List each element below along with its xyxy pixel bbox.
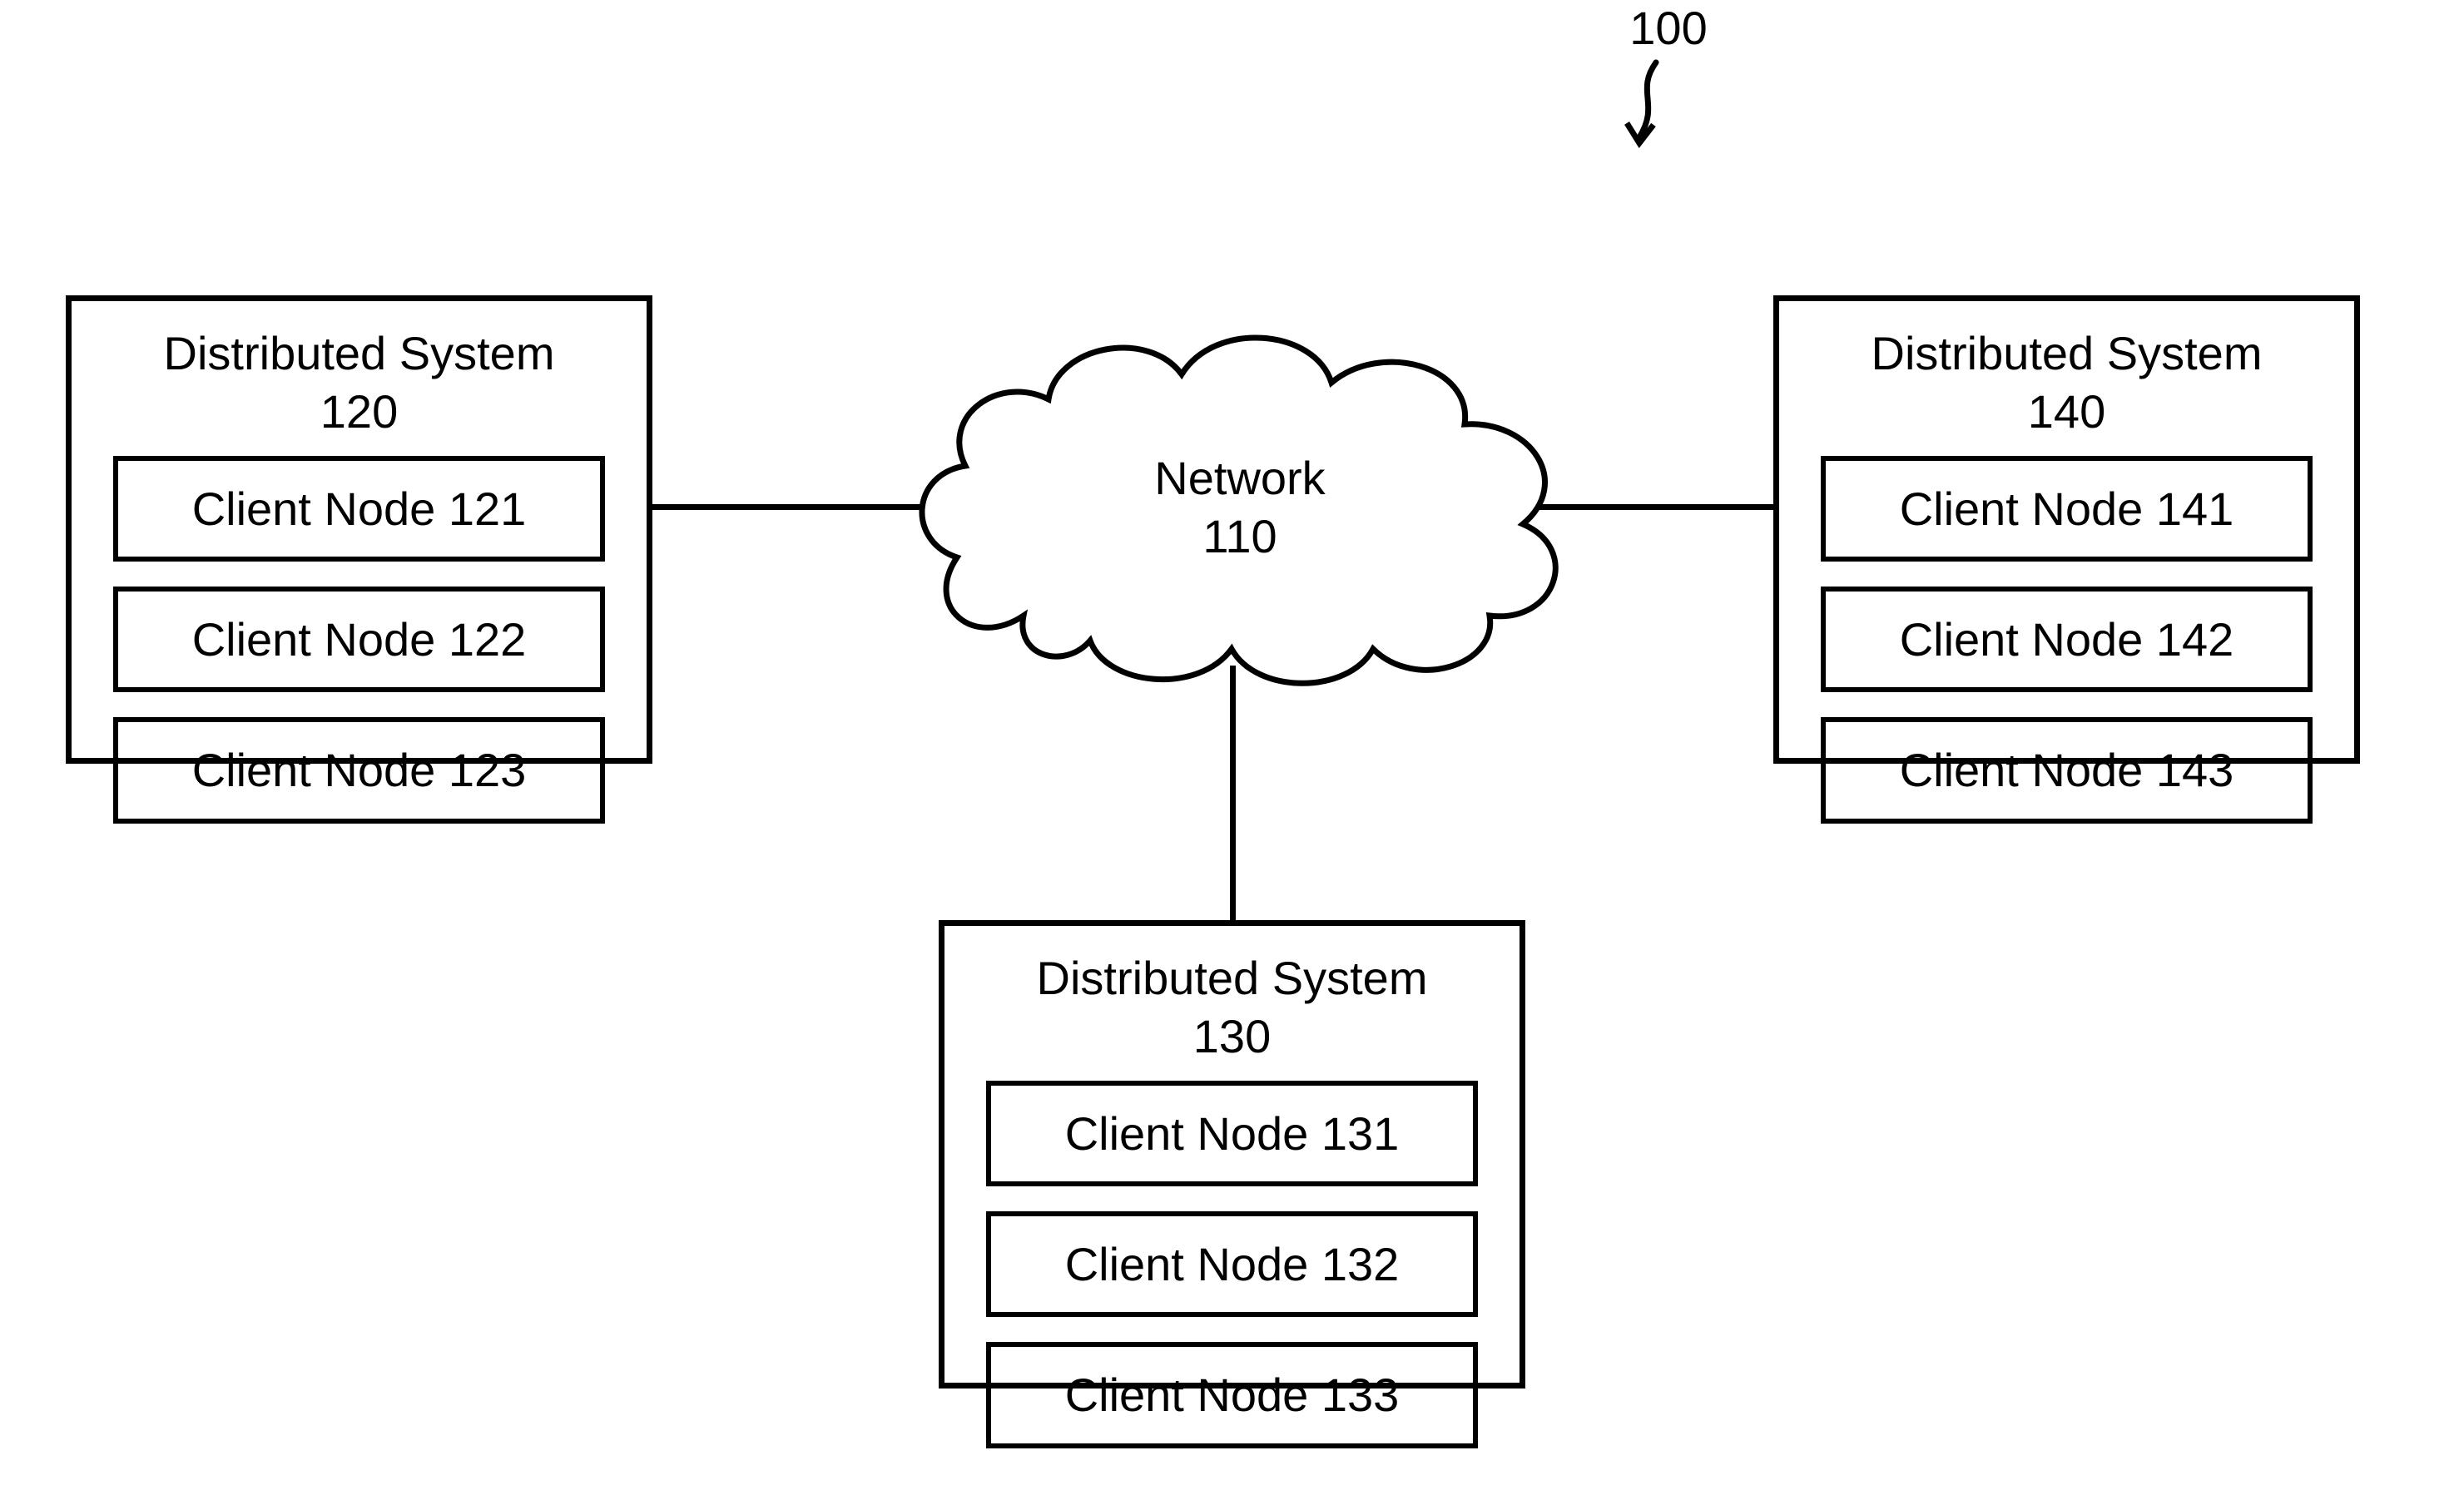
system-ref: 140 — [2028, 385, 2105, 438]
network-title: Network — [899, 449, 1581, 507]
system-title: Distributed System — [1037, 952, 1428, 1004]
system-title: Distributed System — [1872, 327, 2263, 379]
network-label-block: Network 110 — [899, 449, 1581, 566]
network-cloud: Network 110 — [899, 308, 1581, 699]
system-title-block: Distributed System 120 — [72, 324, 647, 441]
node-list: Client Node 131 Client Node 132 Client N… — [944, 1081, 1520, 1490]
distributed-system-140: Distributed System 140 Client Node 141 C… — [1773, 295, 2360, 764]
client-node: Client Node 141 — [1821, 456, 2313, 562]
client-node: Client Node 131 — [986, 1081, 1478, 1186]
distributed-system-130: Distributed System 130 Client Node 131 C… — [939, 920, 1525, 1389]
client-node: Client Node 133 — [986, 1342, 1478, 1448]
system-ref: 130 — [1193, 1010, 1271, 1062]
system-title-block: Distributed System 140 — [1779, 324, 2354, 441]
client-node: Client Node 121 — [113, 456, 605, 562]
network-ref: 110 — [899, 507, 1581, 566]
system-ref: 120 — [320, 385, 398, 438]
diagram-canvas: 100 Network 110 Distributed System 120 C… — [0, 0, 2464, 1478]
distributed-system-120: Distributed System 120 Client Node 121 C… — [66, 295, 652, 764]
client-node: Client Node 143 — [1821, 717, 2313, 823]
system-title: Distributed System — [164, 327, 555, 379]
node-list: Client Node 141 Client Node 142 Client N… — [1779, 456, 2354, 865]
client-node: Client Node 132 — [986, 1211, 1478, 1317]
connector-bottom — [1230, 666, 1236, 932]
system-title-block: Distributed System 130 — [944, 949, 1520, 1066]
client-node: Client Node 122 — [113, 587, 605, 692]
node-list: Client Node 121 Client Node 122 Client N… — [72, 456, 647, 865]
client-node: Client Node 142 — [1821, 587, 2313, 692]
figure-reference-label: 100 — [1619, 0, 1718, 56]
client-node: Client Node 123 — [113, 717, 605, 823]
reference-arrow-icon — [1598, 58, 1681, 166]
